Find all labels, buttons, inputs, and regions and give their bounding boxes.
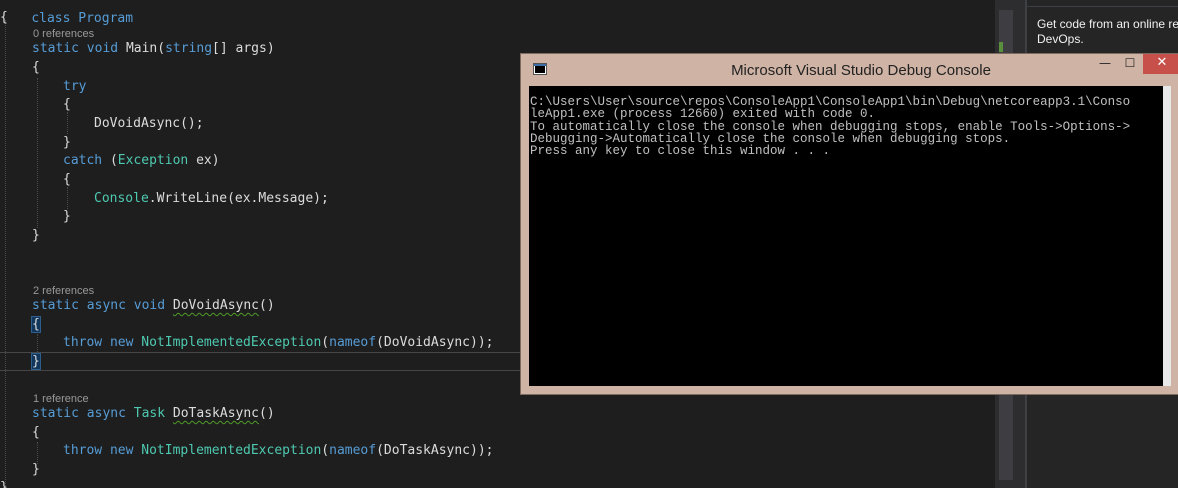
brace: } [63, 209, 71, 224]
keyword: try [63, 79, 87, 94]
code-line-main-signature[interactable]: static void Main(string[] args) [32, 39, 275, 58]
keyword: new [109, 335, 134, 350]
code-line[interactable]: { [31, 315, 41, 334]
code-line[interactable]: Console.WriteLine(ex.Message); [94, 189, 329, 208]
code-line[interactable]: } [63, 133, 71, 152]
method-name-warning[interactable]: DoTaskAsync [173, 406, 259, 421]
keyword: void [86, 41, 119, 56]
code-line-dovoid-signature[interactable]: static async void DoVoidAsync() [32, 296, 275, 315]
code-line[interactable]: { [32, 58, 40, 77]
code-line[interactable]: throw new NotImplementedException(nameof… [63, 333, 494, 352]
indent-guide [37, 78, 38, 228]
paren: () [259, 298, 275, 313]
panel-divider [1027, 6, 1178, 7]
code-line[interactable]: try [63, 77, 86, 96]
keyword: new [109, 443, 134, 458]
keyword: string [165, 41, 213, 56]
keyword: static [32, 406, 79, 421]
brace: { [63, 97, 71, 112]
brace: { [0, 10, 8, 25]
variable: ex) [188, 153, 220, 168]
code-line[interactable]: } [32, 226, 40, 245]
method-name-warning[interactable]: DoVoidAsync [173, 298, 259, 313]
code-line-class-close[interactable]: } [0, 478, 8, 488]
type-name: NotImplementedException [141, 443, 322, 458]
keyword: static [32, 298, 79, 313]
param-text: [] args) [212, 41, 275, 56]
matched-brace: } [31, 353, 41, 370]
panel-text[interactable]: Get code from an online re DevOps. [1037, 17, 1178, 47]
console-output-text: C:\Users\User\source\repos\ConsoleApp1\C… [530, 95, 1131, 159]
argument: (DoVoidAsync)); [376, 335, 494, 350]
brace: { [63, 172, 71, 187]
keyword: static [32, 41, 79, 56]
code-line[interactable]: } [32, 460, 40, 479]
code-line-class-open[interactable]: { [0, 8, 8, 27]
code-line[interactable]: { [32, 423, 40, 442]
matched-brace: { [31, 316, 41, 333]
paren: () [259, 406, 275, 421]
keyword: throw [63, 443, 103, 458]
window-title: Microsoft Visual Studio Debug Console [731, 62, 991, 79]
code-line[interactable]: throw new NotImplementedException(nameof… [63, 441, 494, 460]
current-line-highlight [0, 352, 520, 371]
indent-guide [67, 187, 68, 209]
brace: } [32, 228, 40, 243]
argument: (DoTaskAsync)); [376, 443, 494, 458]
scrollbar-change-marker [999, 42, 1003, 52]
keyword: throw [63, 335, 103, 350]
indent-guide [67, 112, 68, 134]
code-line-dotask-signature[interactable]: static async Task DoTaskAsync() [32, 404, 275, 423]
code-line[interactable]: catch (Exception ex) [63, 151, 220, 170]
window-title-bar[interactable]: Microsoft Visual Studio Debug Console — … [521, 54, 1178, 86]
paren: ( [321, 335, 330, 350]
keyword: async [86, 298, 126, 313]
console-vertical-scrollbar[interactable] [1163, 86, 1171, 386]
panel-text-line: DevOps. [1037, 32, 1084, 46]
console-output-area[interactable]: C:\Users\User\source\repos\ConsoleApp1\C… [529, 86, 1171, 386]
indent-guide [5, 20, 6, 488]
class-declaration-partial: class Program [31, 11, 134, 26]
code-line-current[interactable]: } [31, 352, 41, 371]
close-button[interactable]: ✕ [1143, 54, 1178, 74]
brace: { [32, 425, 40, 440]
brace: { [32, 60, 40, 75]
type-name: Exception [117, 153, 189, 168]
keyword: async [86, 406, 126, 421]
keyword: void [133, 298, 166, 313]
paren: ( [321, 443, 330, 458]
minimize-button[interactable]: — [1093, 54, 1117, 74]
code-line[interactable]: DoVoidAsync(); [94, 114, 204, 133]
code-line[interactable]: } [63, 207, 71, 226]
brace: } [63, 135, 71, 150]
keyword: nameof [329, 443, 377, 458]
code-line[interactable]: { [63, 95, 71, 114]
type-name: Task [133, 406, 166, 421]
brace: } [0, 480, 8, 488]
debug-console-window[interactable]: Microsoft Visual Studio Debug Console — … [520, 53, 1178, 395]
method-name: Main [125, 41, 158, 56]
console-app-icon[interactable] [533, 63, 547, 75]
code-line-class[interactable]: class Program [0, 0, 133, 26]
method-call: .WriteLine(ex.Message); [148, 191, 329, 206]
keyword: nameof [329, 335, 377, 350]
maximize-button[interactable]: ☐ [1118, 54, 1142, 74]
keyword: catch [63, 153, 103, 168]
code-line[interactable]: { [63, 170, 71, 189]
type-name: NotImplementedException [141, 335, 322, 350]
brace: } [32, 462, 40, 477]
type-name: Console [94, 191, 149, 206]
method-call: DoVoidAsync(); [94, 116, 204, 131]
paren: ( [157, 41, 166, 56]
paren: ( [102, 153, 118, 168]
panel-text-line: Get code from an online re [1037, 17, 1178, 31]
